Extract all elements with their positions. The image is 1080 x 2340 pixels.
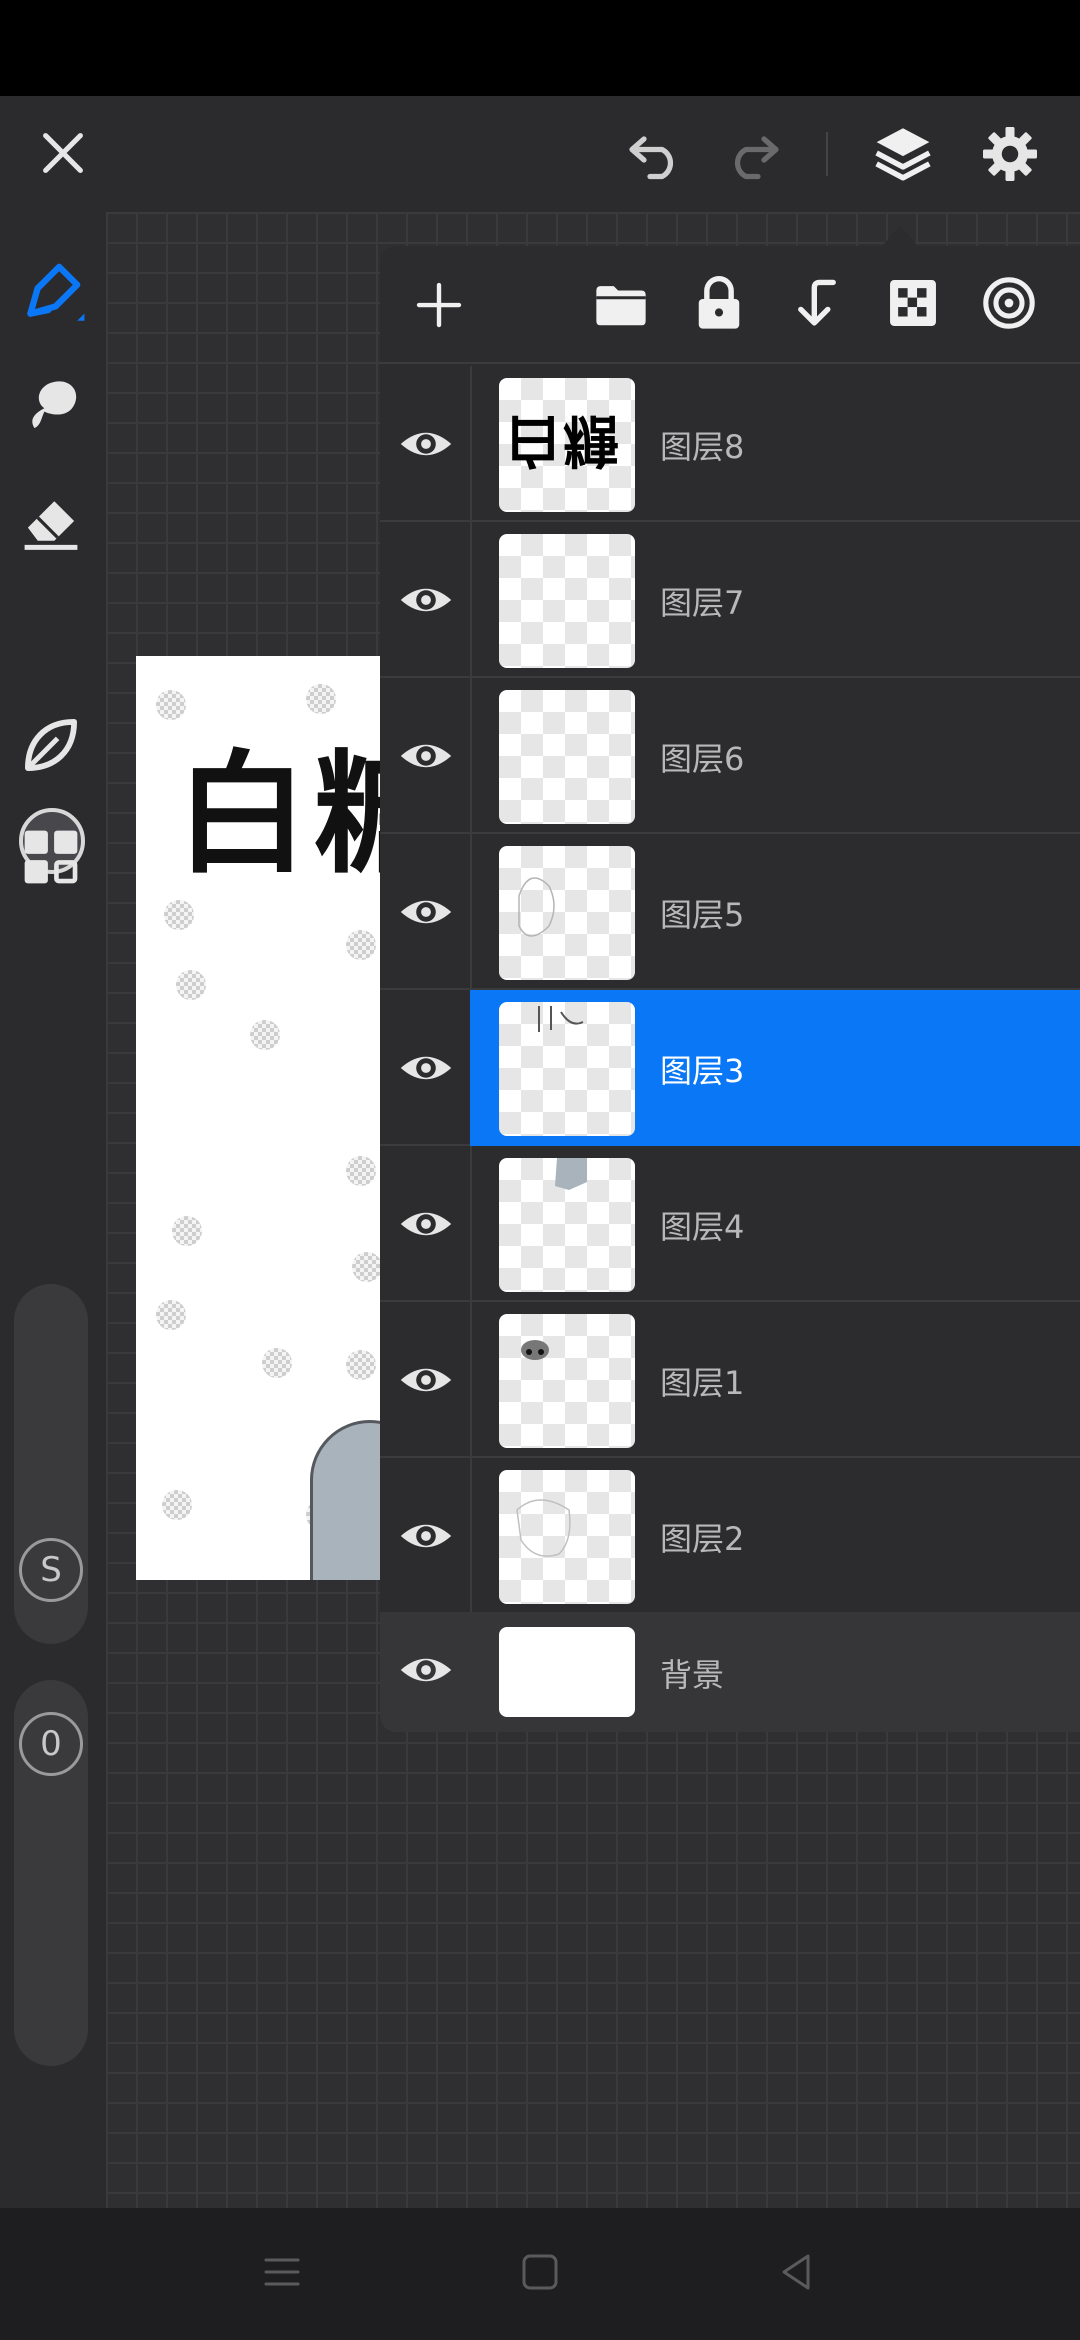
size-badge: S (19, 1538, 83, 1602)
close-icon[interactable] (34, 124, 92, 182)
layer-thumbnail (499, 1314, 635, 1448)
gear-icon[interactable] (980, 124, 1040, 184)
artwork-figure (310, 1420, 380, 1580)
layer-thumbnail (499, 1470, 635, 1604)
system-nav-bar (0, 2208, 1080, 2340)
layer-thumbnail: 白糖 (499, 378, 635, 512)
pattern-dot (346, 1350, 376, 1380)
add-layer-icon[interactable] (414, 280, 464, 330)
menu-icon[interactable] (262, 2252, 302, 2292)
top-bar (0, 96, 1080, 212)
layer-row[interactable]: 图层5 (380, 834, 1080, 990)
layer-name: 图层3 (660, 1052, 745, 1090)
visibility-eye-icon[interactable] (398, 1642, 454, 1698)
eraser-icon[interactable] (18, 488, 84, 554)
layer-name: 图层7 (660, 584, 745, 622)
thumbnail-text: 白糖 (505, 407, 621, 473)
row-divider (470, 366, 472, 522)
layer-name: 图层1 (660, 1364, 745, 1402)
layer-name: 背景 (660, 1656, 725, 1694)
folder-icon[interactable] (592, 276, 650, 334)
pattern-dot (352, 1252, 380, 1282)
layer-row-selected[interactable]: 图层3 (380, 990, 1080, 1146)
artwork[interactable]: 白糖 (136, 656, 380, 1580)
background-layer-row[interactable]: 背景 (380, 1612, 1080, 1732)
row-divider (470, 1302, 472, 1458)
layer-row[interactable]: 白糖 图层8 (380, 366, 1080, 522)
artwork-title: 白糖 (176, 737, 380, 892)
visibility-eye-icon[interactable] (398, 572, 454, 628)
layer-thumbnail (499, 690, 635, 824)
visibility-eye-icon[interactable] (398, 1352, 454, 1408)
layer-row[interactable]: 图层7 (380, 522, 1080, 678)
lock-icon[interactable] (692, 274, 746, 332)
row-divider (470, 678, 472, 834)
grid-icon[interactable] (20, 826, 82, 888)
leaf-brush-icon[interactable] (18, 712, 84, 778)
opacity-badge: 0 (19, 1712, 83, 1776)
pattern-dot (346, 1156, 376, 1186)
row-divider (470, 522, 472, 678)
layers-icon[interactable] (872, 122, 934, 184)
visibility-eye-icon[interactable] (398, 884, 454, 940)
visibility-eye-icon[interactable] (398, 416, 454, 472)
layer-name: 图层8 (660, 428, 745, 466)
background-thumbnail (499, 1627, 635, 1717)
layer-row[interactable]: 图层6 (380, 678, 1080, 834)
layers-panel: 白糖 图层8 图层7 图层6 图层5 图层3 图层4 图层1 图层2 背景 (380, 246, 1080, 1732)
opacity-slider[interactable]: 0 (14, 1680, 88, 2066)
layer-name: 图层2 (660, 1520, 745, 1558)
visibility-eye-icon[interactable] (398, 728, 454, 784)
undo-icon[interactable] (626, 126, 686, 182)
layer-name: 图层4 (660, 1208, 745, 1246)
row-divider (470, 1458, 472, 1614)
panel-pointer (882, 226, 918, 246)
pattern-dot (162, 1490, 192, 1520)
row-divider (470, 1146, 472, 1302)
smudge-icon[interactable] (18, 372, 84, 438)
pattern-dot (250, 1020, 280, 1050)
pattern-dot (164, 900, 194, 930)
visibility-eye-icon[interactable] (398, 1196, 454, 1252)
layer-name: 图层6 (660, 740, 745, 778)
home-icon[interactable] (520, 2252, 560, 2292)
alpha-lock-icon[interactable] (886, 276, 940, 330)
pattern-dot (346, 930, 376, 960)
clipping-target-icon[interactable] (980, 274, 1038, 332)
visibility-eye-icon[interactable] (398, 1508, 454, 1564)
pattern-dot (156, 1300, 186, 1330)
visibility-eye-icon[interactable] (398, 1040, 454, 1096)
layer-thumbnail (499, 1002, 635, 1136)
pattern-dot (176, 970, 206, 1000)
layer-name: 图层5 (660, 896, 745, 934)
divider (826, 132, 828, 176)
brush-size-slider[interactable]: S (14, 1284, 88, 1644)
pattern-dot (172, 1216, 202, 1246)
layer-thumbnail (499, 534, 635, 668)
layer-thumbnail (499, 846, 635, 980)
back-icon[interactable] (776, 2252, 816, 2292)
redo-icon[interactable] (722, 126, 782, 182)
layer-row[interactable]: 图层2 (380, 1458, 1080, 1614)
row-divider (470, 834, 472, 990)
brush-icon[interactable] (16, 256, 88, 328)
layers-toolbar (380, 246, 1080, 364)
status-bar (0, 0, 1080, 96)
merge-down-icon[interactable] (790, 276, 844, 332)
layer-row[interactable]: 图层4 (380, 1146, 1080, 1302)
layer-row[interactable]: 图层1 (380, 1302, 1080, 1458)
pattern-dot (262, 1348, 292, 1378)
layer-thumbnail (499, 1158, 635, 1292)
